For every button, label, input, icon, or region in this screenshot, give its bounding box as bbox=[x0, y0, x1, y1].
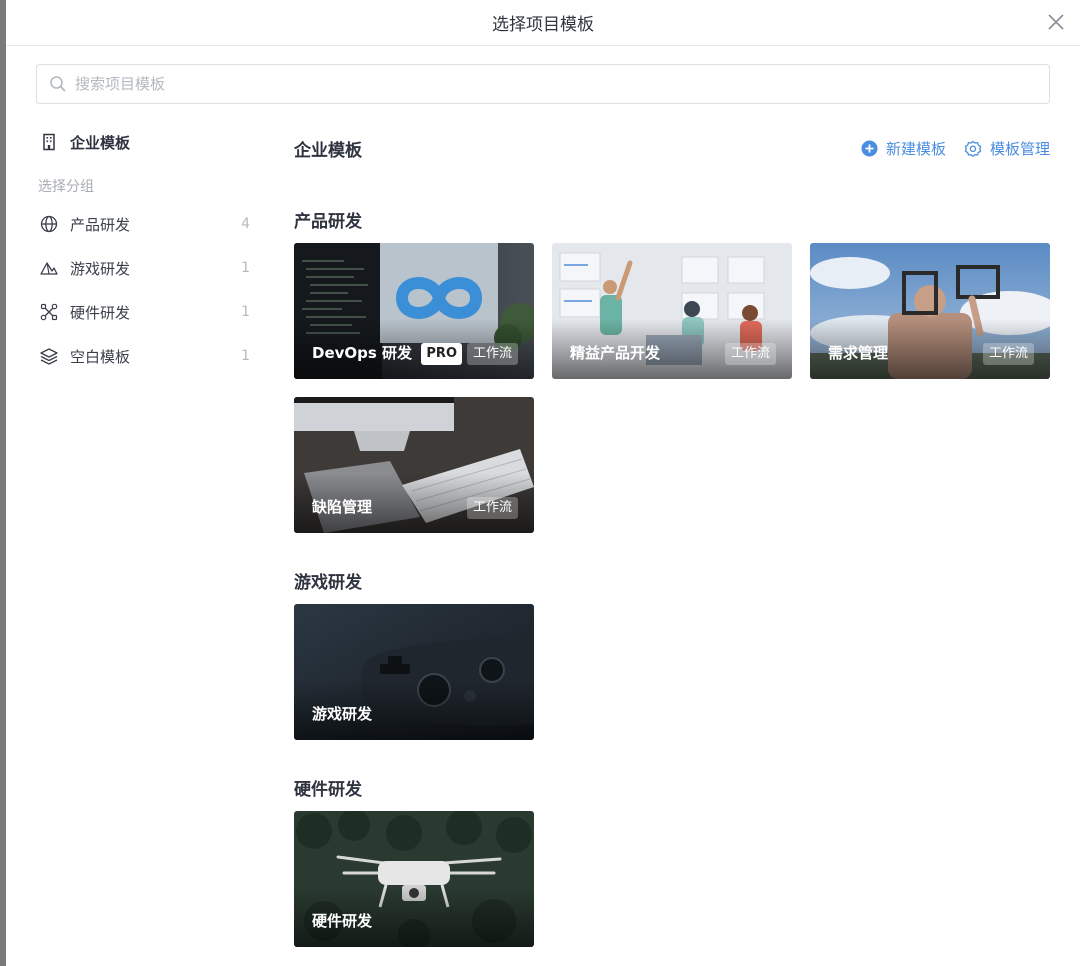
sidebar-group-label: 选择分组 bbox=[38, 179, 94, 195]
sidebar: 企业模板 选择分组 产品研发 4 游戏研发 1 硬件研发 1 空白模板 1 bbox=[36, 124, 266, 378]
section-title-product-dev: 产品研发 bbox=[294, 212, 362, 232]
workflow-badge: 工作流 bbox=[982, 343, 1034, 365]
template-card-requirements[interactable]: 需求管理 工作流 bbox=[810, 243, 1050, 379]
sidebar-item-label: 空白模板 bbox=[70, 347, 131, 366]
sidebar-item-label: 游戏研发 bbox=[70, 259, 131, 278]
sidebar-item-count: 1 bbox=[241, 348, 250, 364]
pro-badge: PRO bbox=[421, 343, 462, 365]
template-manage-label: 模板管理 bbox=[989, 140, 1050, 158]
template-card-game-dev[interactable]: 游戏研发 bbox=[294, 604, 534, 740]
sidebar-item-enterprise-templates[interactable]: 企业模板 bbox=[36, 124, 266, 160]
sidebar-item-game-dev[interactable]: 游戏研发 1 bbox=[36, 246, 266, 290]
sidebar-item-count: 4 bbox=[241, 216, 250, 232]
sidebar-item-count: 1 bbox=[241, 304, 250, 320]
new-template-button[interactable]: 新建模板 bbox=[861, 138, 946, 159]
sidebar-top-label: 企业模板 bbox=[70, 133, 131, 152]
layers-icon bbox=[40, 348, 58, 365]
template-card-hardware-dev[interactable]: 硬件研发 bbox=[294, 811, 534, 947]
template-card-devops[interactable]: DevOps 研发 PRO 工作流 bbox=[294, 243, 534, 379]
main-header: 企业模板 新建模板 模板管理 bbox=[294, 124, 1050, 170]
card-label: 缺陷管理 bbox=[312, 498, 373, 516]
search-box[interactable] bbox=[36, 64, 1050, 104]
section-title-game-dev: 游戏研发 bbox=[294, 573, 362, 593]
sidebar-item-hardware-dev[interactable]: 硬件研发 1 bbox=[36, 290, 266, 334]
card-label: 精益产品开发 bbox=[570, 344, 661, 362]
dialog-title: 选择项目模板 bbox=[492, 15, 594, 35]
card-label: 硬件研发 bbox=[312, 912, 373, 930]
close-button[interactable] bbox=[1044, 10, 1068, 34]
mountain-icon bbox=[40, 262, 58, 275]
template-card-defects[interactable]: 缺陷管理 工作流 bbox=[294, 397, 534, 533]
sidebar-item-blank-template[interactable]: 空白模板 1 bbox=[36, 334, 266, 378]
search-input[interactable] bbox=[75, 75, 1049, 93]
template-dialog: 选择项目模板 企业模板 选择分组 bbox=[6, 0, 1080, 966]
page-title: 企业模板 bbox=[294, 141, 362, 161]
main-content: 企业模板 新建模板 模板管理 产品研发 DevOps 研发 PRO 工作流 精益… bbox=[294, 124, 1050, 947]
template-card-lean-product[interactable]: 精益产品开发 工作流 bbox=[552, 243, 792, 379]
tools-icon bbox=[40, 303, 58, 321]
workflow-badge: 工作流 bbox=[466, 343, 518, 365]
sidebar-item-product-dev[interactable]: 产品研发 4 bbox=[36, 202, 266, 246]
new-template-label: 新建模板 bbox=[885, 140, 946, 158]
card-label: 需求管理 bbox=[828, 344, 889, 362]
building-icon bbox=[43, 133, 55, 151]
template-manage-button[interactable]: 模板管理 bbox=[964, 138, 1050, 159]
card-label: 游戏研发 bbox=[312, 705, 373, 723]
header-actions: 新建模板 模板管理 bbox=[861, 138, 1050, 159]
search-icon bbox=[50, 76, 66, 92]
plus-circle-icon bbox=[861, 140, 878, 157]
dialog-header: 选择项目模板 bbox=[6, 0, 1080, 46]
sidebar-item-label: 硬件研发 bbox=[70, 303, 131, 322]
sidebar-item-count: 1 bbox=[241, 260, 250, 276]
gear-icon bbox=[964, 140, 982, 157]
card-label: DevOps 研发 bbox=[312, 344, 413, 362]
workflow-badge: 工作流 bbox=[466, 497, 518, 519]
section-title-hardware-dev: 硬件研发 bbox=[294, 780, 362, 800]
close-icon bbox=[1048, 14, 1064, 30]
globe-icon bbox=[40, 215, 58, 233]
workflow-badge: 工作流 bbox=[724, 343, 776, 365]
sidebar-item-label: 产品研发 bbox=[70, 215, 131, 234]
